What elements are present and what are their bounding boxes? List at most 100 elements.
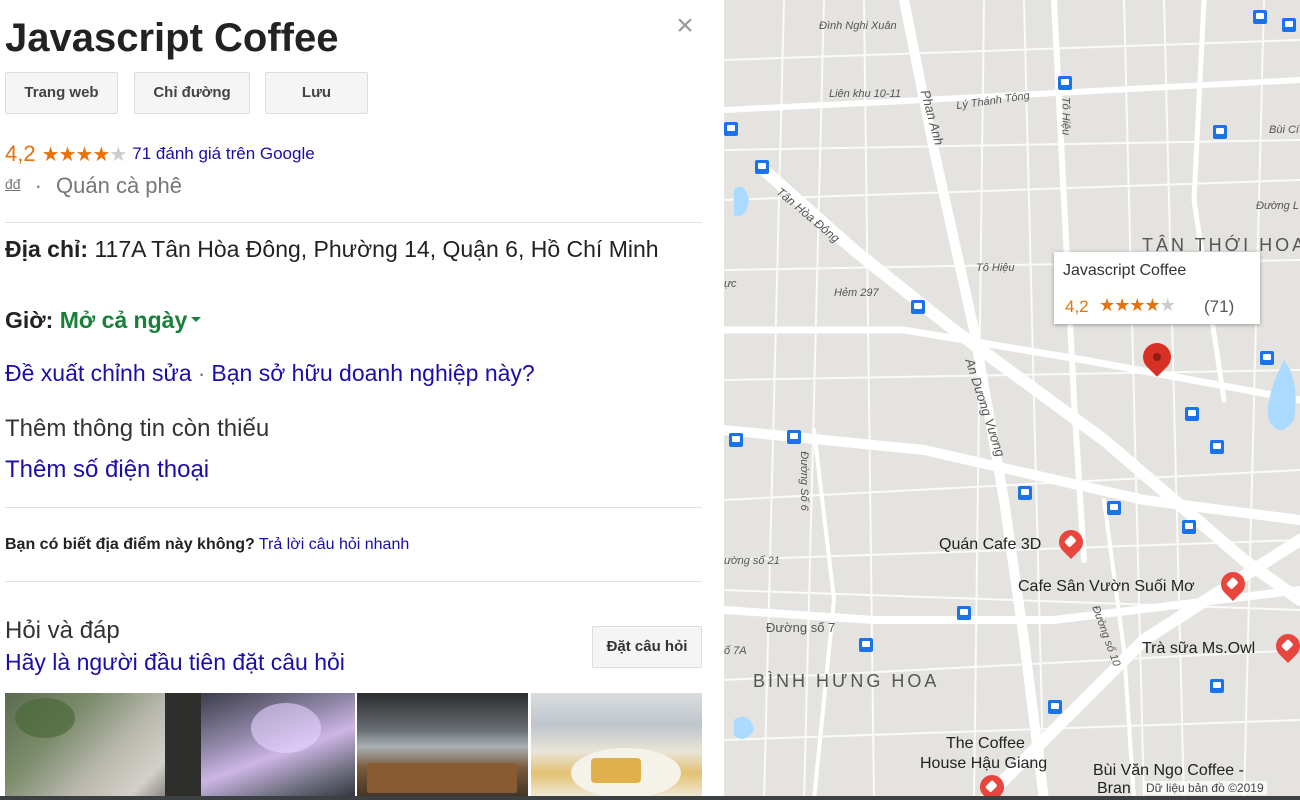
photo-fries — [591, 758, 641, 783]
bus-stop-icon[interactable] — [859, 638, 873, 652]
place-category: Quán cà phê — [56, 173, 183, 198]
add-phone-link[interactable]: Thêm số điện thoại — [5, 456, 209, 484]
street-label: Hẻm 297 — [834, 287, 879, 299]
divider — [5, 507, 702, 508]
close-icon[interactable]: × — [670, 8, 700, 44]
hours-label: Giờ: — [5, 307, 54, 333]
place-details-panel: Javascript Coffee × Trang web Chỉ đường … — [0, 0, 724, 800]
hours-row: Giờ: Mở cả ngày — [5, 307, 202, 334]
poi-label[interactable]: Trà sữa Ms.Owl — [1142, 640, 1255, 658]
info-card-rating: 4,2 — [1065, 297, 1089, 316]
star-icon: ★ — [92, 143, 110, 166]
map-attribution[interactable]: Dữ liệu bản đồ ©2019 — [1143, 781, 1267, 795]
suggest-edit-link[interactable]: Đề xuất chỉnh sửa — [5, 360, 192, 386]
photo-thumbnail[interactable] — [201, 693, 355, 800]
map-view[interactable]: Đình Nghi Xuân Liên khu 10-11 Lý Thánh T… — [724, 0, 1300, 800]
first-question-link[interactable]: Hãy là người đầu tiên đặt câu hỏi — [5, 649, 345, 676]
street-label: Đường Số 6 — [797, 451, 810, 511]
star-icon: ★ — [1099, 295, 1115, 315]
address-label: Địa chỉ: — [5, 236, 89, 262]
rating-stars: ★★★★★ — [41, 142, 128, 167]
qa-heading: Hỏi và đáp — [5, 617, 120, 644]
photo-thumbnail[interactable] — [5, 693, 201, 800]
caret-down-icon — [191, 317, 202, 322]
bus-stop-icon[interactable] — [1058, 76, 1072, 90]
rating-row: 4,2 ★★★★★ 71 đánh giá trên Google — [5, 140, 315, 168]
star-icon: ★ — [41, 143, 60, 166]
bus-stop-icon[interactable] — [911, 300, 925, 314]
bus-stop-icon[interactable] — [1018, 486, 1032, 500]
missing-info-heading: Thêm thông tin còn thiếu — [5, 415, 270, 442]
bus-stop-icon[interactable] — [1182, 520, 1196, 534]
photo-food-trays — [367, 763, 517, 793]
own-business-link[interactable]: Bạn sở hữu doanh nghiệp này? — [211, 360, 534, 386]
map-water — [734, 186, 749, 216]
map-water — [734, 716, 754, 739]
star-icon: ★ — [1144, 295, 1160, 315]
poi-label[interactable]: Cafe Sân Vườn Suối Mơ — [1018, 578, 1195, 596]
save-button[interactable]: Lưu — [265, 72, 368, 114]
bus-stop-icon[interactable] — [1253, 10, 1267, 24]
bus-stop-icon[interactable] — [755, 160, 769, 174]
info-card-stars: ★★★★★ — [1099, 295, 1176, 316]
know-place-row: Bạn có biết địa điểm này không? Trả lời c… — [5, 536, 409, 554]
bus-stop-icon[interactable] — [1185, 407, 1199, 421]
directions-button[interactable]: Chỉ đường — [134, 72, 250, 114]
poi-label[interactable]: Quán Cafe 3D — [939, 536, 1041, 554]
google-place-view: Javascript Coffee × Trang web Chỉ đường … — [0, 0, 1300, 800]
bus-stop-icon[interactable] — [1048, 700, 1062, 714]
bottom-bar — [0, 796, 1300, 800]
star-empty-icon: ★ — [109, 143, 127, 166]
street-label: Tô Hiệu — [1059, 96, 1072, 136]
star-icon: ★ — [58, 143, 77, 166]
street-label: ường số 21 — [724, 555, 780, 567]
bus-stop-icon[interactable] — [1260, 351, 1274, 365]
photo-foliage — [15, 698, 75, 738]
poi-label[interactable]: The Coffee — [946, 735, 1025, 753]
street-label: Đường số 7 — [766, 620, 836, 635]
bus-stop-icon[interactable] — [787, 430, 801, 444]
category-separator: · — [34, 173, 42, 198]
bus-stop-icon[interactable] — [1210, 440, 1224, 454]
star-icon: ★ — [1129, 295, 1145, 315]
hours-dropdown[interactable]: Mở cả ngày — [60, 307, 202, 333]
place-title: Javascript Coffee — [5, 16, 339, 60]
bus-stop-icon[interactable] — [1107, 501, 1121, 515]
category-row: đđ · Quán cà phê — [5, 173, 182, 199]
ask-question-button[interactable]: Đặt câu hỏi — [592, 626, 702, 668]
bus-stop-icon[interactable] — [1213, 125, 1227, 139]
website-button[interactable]: Trang web — [5, 72, 118, 114]
map-info-card[interactable]: Javascript Coffee 4,2 ★★★★★ (71) — [1054, 252, 1260, 324]
photo-thumbnail[interactable] — [531, 693, 702, 800]
street-label: Liên khu 10-11 — [829, 88, 901, 100]
address-value: 117A Tân Hòa Đông, Phường 14, Quận 6, Hồ… — [94, 236, 659, 262]
poi-label[interactable]: Bùi Văn Ngo Coffee - — [1093, 762, 1244, 780]
street-label: Bùi Cí — [1269, 124, 1299, 136]
divider — [5, 581, 702, 582]
hours-value: Mở cả ngày — [59, 307, 188, 333]
reviews-link[interactable]: 71 đánh giá trên Google — [132, 144, 314, 164]
poi-label[interactable]: House Hậu Giang — [920, 755, 1047, 773]
street-label: Đường L — [1256, 200, 1299, 212]
photo-thumbnail[interactable] — [357, 693, 528, 800]
street-label: Đình Nghi Xuân — [819, 20, 897, 32]
info-card-name: Javascript Coffee — [1063, 262, 1187, 279]
photo-window — [165, 693, 201, 800]
bus-stop-icon[interactable] — [1210, 679, 1224, 693]
bus-stop-icon[interactable] — [724, 122, 738, 136]
link-separator: · — [197, 360, 206, 386]
rating-value: 4,2 — [5, 141, 36, 166]
star-icon: ★ — [75, 143, 93, 166]
info-card-review-count: (71) — [1204, 297, 1235, 316]
address-row: Địa chỉ: 117A Tân Hòa Đông, Phường 14, Q… — [5, 234, 695, 265]
bus-stop-icon[interactable] — [1282, 18, 1296, 32]
bus-stop-icon[interactable] — [729, 433, 743, 447]
edit-links-row: Đề xuất chỉnh sửa · Bạn sở hữu doanh nghiệ… — [5, 360, 535, 387]
quick-answer-link[interactable]: Trả lời câu hỏi nhanh — [259, 536, 409, 553]
photo-lights — [251, 703, 321, 753]
district-label: BÌNH HƯNG HOA — [753, 671, 940, 691]
street-label: Tô Hiệu — [976, 262, 1015, 274]
star-empty-icon: ★ — [1159, 295, 1176, 315]
divider — [5, 222, 702, 223]
bus-stop-icon[interactable] — [957, 606, 971, 620]
